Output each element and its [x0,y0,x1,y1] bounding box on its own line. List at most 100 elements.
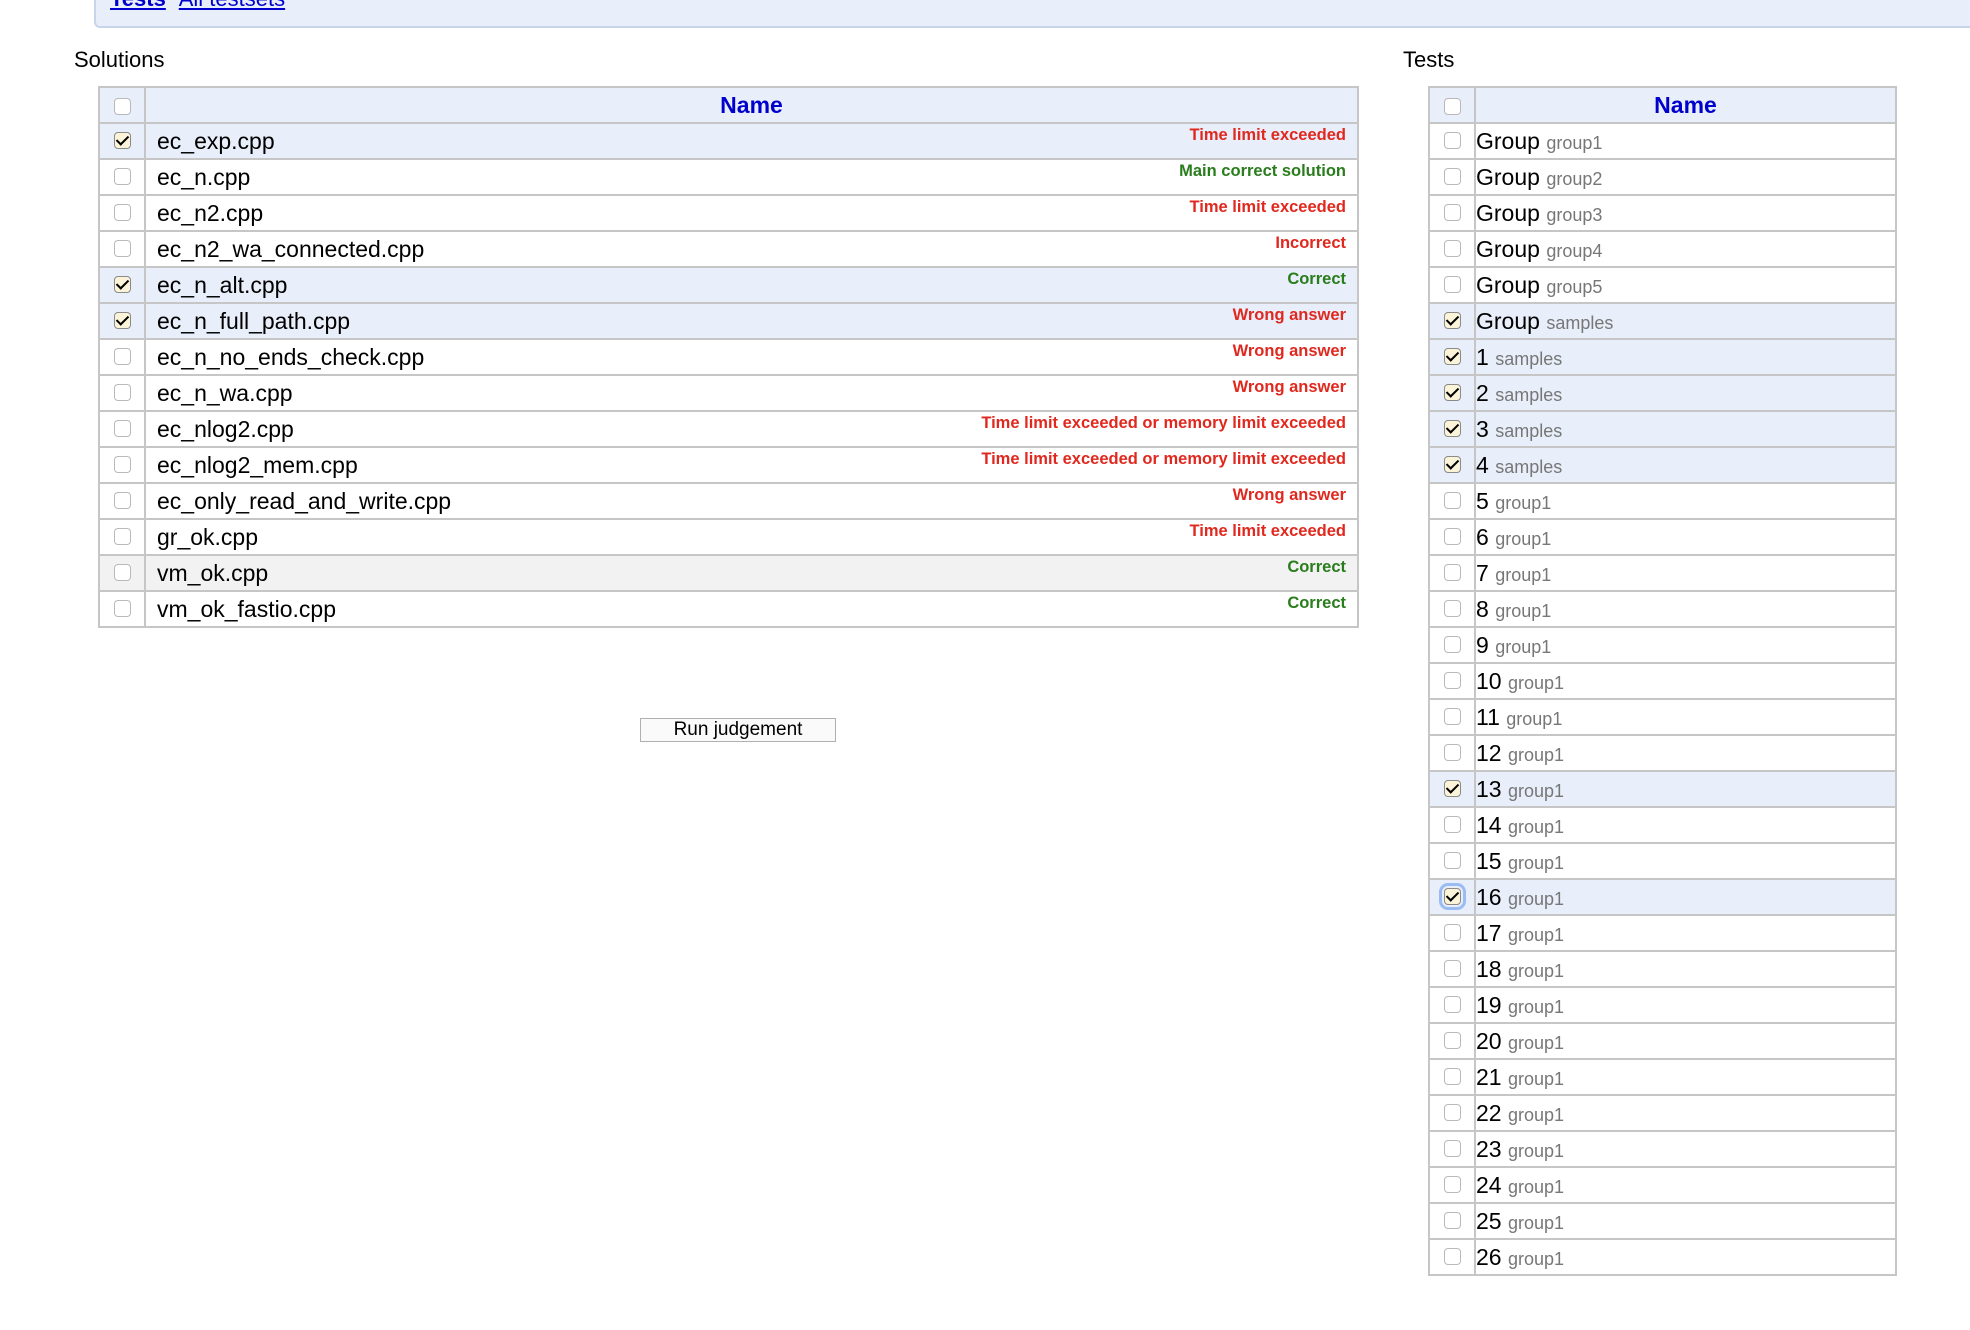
test-checkbox[interactable] [1443,420,1461,438]
test-row[interactable]: 22 group1 [1428,1094,1897,1132]
test-row[interactable]: 8 group1 [1428,590,1897,628]
solution-checkbox-cell[interactable] [98,590,146,628]
test-row[interactable]: 16 group1 [1428,878,1897,916]
test-checkbox-cell[interactable] [1428,1094,1476,1132]
solution-row[interactable]: ec_n_alt.cpp Correct [98,266,1359,304]
solution-checkbox-cell[interactable] [98,158,146,196]
test-checkbox-cell[interactable] [1428,302,1476,340]
solution-checkbox[interactable] [113,132,131,150]
select-all-tests-checkbox[interactable] [1443,97,1461,115]
test-checkbox[interactable] [1443,744,1461,762]
test-row[interactable]: Group group2 [1428,158,1897,196]
solution-checkbox[interactable] [113,312,131,330]
test-checkbox[interactable] [1443,996,1461,1014]
test-checkbox[interactable] [1443,600,1461,618]
test-checkbox[interactable] [1443,1140,1461,1158]
test-checkbox[interactable] [1443,456,1461,474]
solution-row[interactable]: ec_n2.cpp Time limit exceeded [98,194,1359,232]
solution-row[interactable]: ec_n.cpp Main correct solution [98,158,1359,196]
test-checkbox[interactable] [1443,816,1461,834]
test-checkbox[interactable] [1443,1248,1461,1266]
test-row[interactable]: 3 samples [1428,410,1897,448]
test-row[interactable]: Group group3 [1428,194,1897,232]
solution-checkbox[interactable] [113,384,131,402]
test-checkbox-cell[interactable] [1428,518,1476,556]
test-row[interactable]: 10 group1 [1428,662,1897,700]
solution-checkbox-cell[interactable] [98,554,146,592]
test-checkbox-cell[interactable] [1428,842,1476,880]
test-row[interactable]: 6 group1 [1428,518,1897,556]
test-checkbox[interactable] [1443,924,1461,942]
test-checkbox-cell[interactable] [1428,626,1476,664]
solution-checkbox-cell[interactable] [98,302,146,340]
test-checkbox[interactable] [1443,852,1461,870]
test-checkbox[interactable] [1443,1068,1461,1086]
test-checkbox[interactable] [1443,240,1461,258]
test-checkbox-cell[interactable] [1428,914,1476,952]
test-row[interactable]: 25 group1 [1428,1202,1897,1240]
test-row[interactable]: 1 samples [1428,338,1897,376]
test-row[interactable]: 23 group1 [1428,1130,1897,1168]
solution-checkbox-cell[interactable] [98,482,146,520]
test-row[interactable]: Group group4 [1428,230,1897,268]
test-checkbox[interactable] [1443,1032,1461,1050]
test-row[interactable]: 14 group1 [1428,806,1897,844]
test-row[interactable]: 7 group1 [1428,554,1897,592]
test-checkbox-cell[interactable] [1428,806,1476,844]
test-checkbox[interactable] [1443,1104,1461,1122]
solution-row[interactable]: ec_n_wa.cpp Wrong answer [98,374,1359,412]
solution-checkbox[interactable] [113,492,131,510]
test-row[interactable]: 17 group1 [1428,914,1897,952]
test-checkbox-cell[interactable] [1428,1058,1476,1096]
test-checkbox[interactable] [1443,960,1461,978]
solution-row[interactable]: ec_n2_wa_connected.cpp Incorrect [98,230,1359,268]
solution-checkbox[interactable] [113,240,131,258]
test-checkbox-cell[interactable] [1428,194,1476,232]
solution-checkbox[interactable] [113,348,131,366]
test-checkbox-cell[interactable] [1428,770,1476,808]
test-checkbox-cell[interactable] [1428,338,1476,376]
solution-checkbox-cell[interactable] [98,338,146,376]
test-checkbox[interactable] [1443,672,1461,690]
solution-row[interactable]: ec_exp.cpp Time limit exceeded [98,122,1359,160]
test-checkbox-cell[interactable] [1428,410,1476,448]
solution-checkbox[interactable] [113,456,131,474]
test-checkbox-cell[interactable] [1428,734,1476,772]
test-checkbox-cell[interactable] [1428,482,1476,520]
test-checkbox-cell[interactable] [1428,1166,1476,1204]
solution-checkbox[interactable] [113,528,131,546]
test-checkbox[interactable] [1443,204,1461,222]
test-checkbox-cell[interactable] [1428,374,1476,412]
test-checkbox-cell[interactable] [1428,698,1476,736]
test-checkbox[interactable] [1443,528,1461,546]
solution-checkbox-cell[interactable] [98,410,146,448]
test-checkbox-cell[interactable] [1428,554,1476,592]
test-checkbox-cell[interactable] [1428,1130,1476,1168]
solution-checkbox-cell[interactable] [98,266,146,304]
solution-checkbox[interactable] [113,420,131,438]
solutions-name-header[interactable]: Name [144,86,1359,124]
solution-checkbox[interactable] [113,276,131,294]
tests-link[interactable]: Tests [110,0,166,11]
solution-checkbox-cell[interactable] [98,446,146,484]
test-checkbox[interactable] [1443,708,1461,726]
test-checkbox-cell[interactable] [1428,950,1476,988]
test-checkbox[interactable] [1443,636,1461,654]
test-checkbox-cell[interactable] [1428,1238,1476,1276]
solution-row[interactable]: ec_nlog2.cpp Time limit exceeded or memor… [98,410,1359,448]
test-row[interactable]: 20 group1 [1428,1022,1897,1060]
test-checkbox-cell[interactable] [1428,1022,1476,1060]
test-checkbox[interactable] [1443,348,1461,366]
solution-checkbox[interactable] [113,204,131,222]
test-checkbox[interactable] [1443,276,1461,294]
select-all-solutions-cell[interactable] [98,86,146,124]
test-row[interactable]: 12 group1 [1428,734,1897,772]
tests-name-header[interactable]: Name [1474,86,1897,124]
test-row[interactable]: 21 group1 [1428,1058,1897,1096]
test-checkbox[interactable] [1443,384,1461,402]
test-row[interactable]: Group group1 [1428,122,1897,160]
solution-checkbox[interactable] [113,168,131,186]
test-checkbox[interactable] [1443,312,1461,330]
test-row[interactable]: 5 group1 [1428,482,1897,520]
test-checkbox-cell[interactable] [1428,590,1476,628]
